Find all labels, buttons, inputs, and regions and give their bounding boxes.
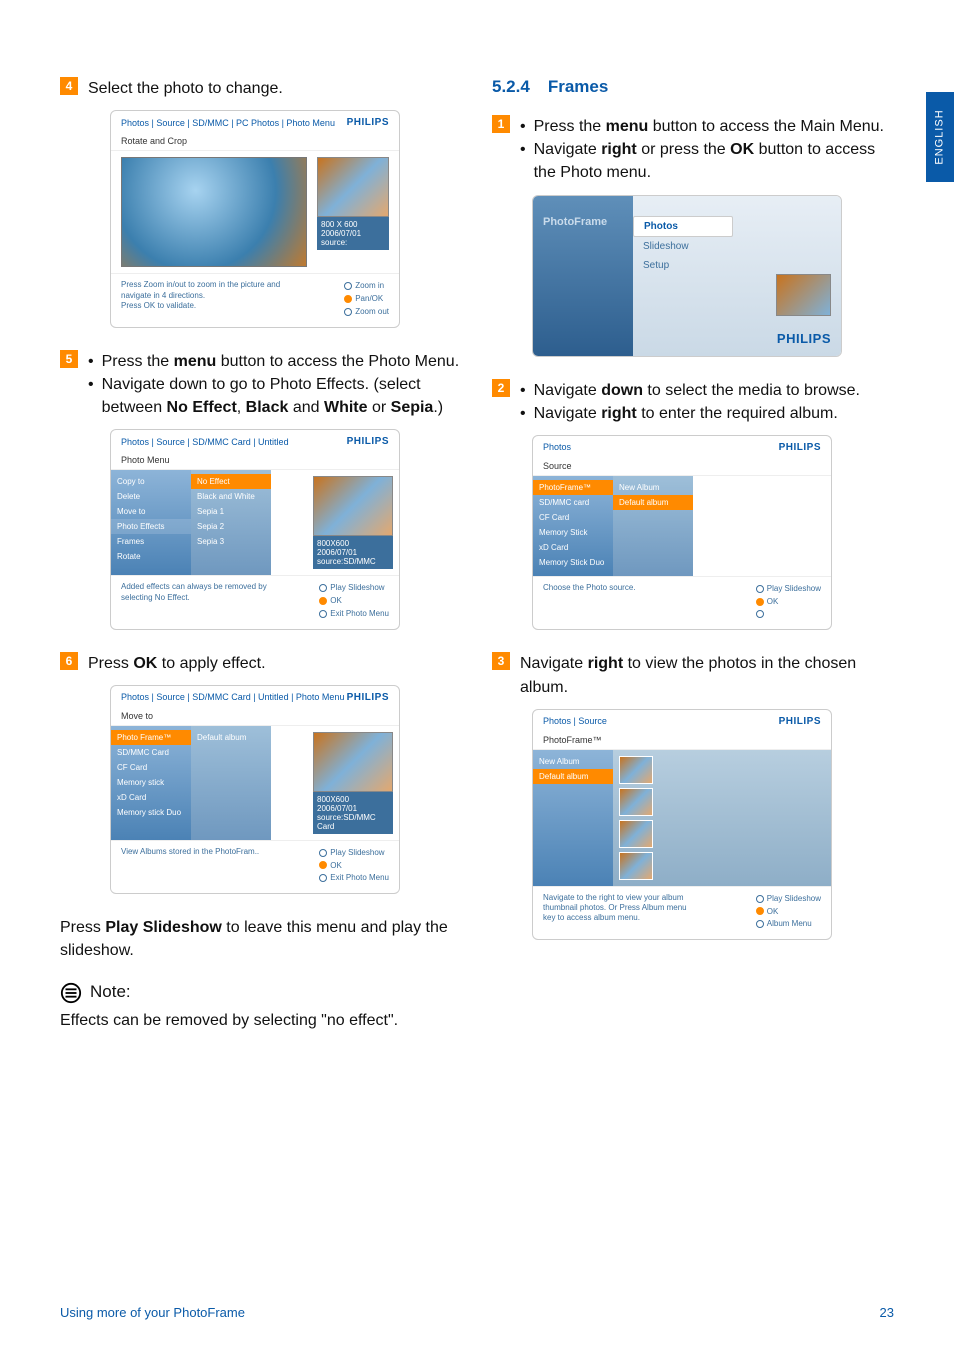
step-2-badge: 2 (492, 379, 510, 397)
ss1-hint3: Press OK to validate. (121, 301, 280, 311)
ss1-zoomout: Zoom out (355, 307, 389, 316)
language-tab: ENGLISH (926, 92, 954, 182)
ss1-sub: Rotate and Crop (111, 132, 399, 151)
slideshow-instruction: Press Play Slideshow to leave this menu … (60, 916, 462, 962)
section-heading: 5.2.4Frames (492, 77, 894, 97)
thumb-source: source: (321, 238, 385, 247)
note-label: Note: (90, 980, 131, 1005)
step1-bullet1: Press the menu button to access the Main… (534, 115, 894, 138)
menu-copy-to: Copy to (111, 474, 191, 489)
step-1-badge: 1 (492, 115, 510, 133)
screenshot-photo-effects: Photos | Source | SD/MMC Card | Untitled… (110, 429, 400, 629)
philips-logo: PHILIPS (347, 692, 389, 703)
ss1-panok: Pan/OK (355, 294, 383, 303)
page-number: 23 (880, 1305, 894, 1320)
mm-title: PhotoFrame (533, 196, 633, 356)
menu-move-to: Move to (111, 504, 191, 519)
ss2-breadcrumb: Photos | Source | SD/MMC Card | Untitled (121, 437, 289, 447)
step-4-badge: 4 (60, 77, 78, 95)
photo-preview-small (317, 157, 389, 217)
screenshot-main-menu: PhotoFrame Photos Slideshow Setup PHILIP… (532, 195, 842, 357)
step2-bullet2: Navigate right to enter the required alb… (534, 402, 894, 425)
philips-logo: PHILIPS (777, 331, 831, 346)
language-label: ENGLISH (934, 109, 946, 164)
page-footer: Using more of your PhotoFrame 23 (60, 1305, 894, 1320)
src-photoframe: Photo Frame™ (111, 730, 191, 745)
album-thumb (619, 820, 653, 848)
ss2-sub: Photo Menu (111, 451, 399, 470)
screenshot-album: Photos | Source PHILIPS PhotoFrame™ New … (532, 709, 832, 940)
ss3-sub: Move to (111, 707, 399, 726)
photo-preview (313, 476, 393, 536)
left-column: 4 Select the photo to change. Photos | S… (60, 77, 462, 1042)
ss1-breadcrumb: Photos | Source | SD/MMC | PC Photos | P… (121, 118, 335, 128)
step2-bullet1: Navigate down to select the media to bro… (534, 379, 894, 402)
photo-preview (313, 732, 393, 792)
step-6-text: Press OK to apply effect. (88, 652, 462, 675)
step5-bullet2: Navigate down to go to Photo Effects. (s… (102, 373, 462, 419)
photo-preview-large (121, 157, 307, 267)
mm-preview (776, 274, 831, 316)
effect-sepia2: Sepia 2 (191, 519, 271, 534)
screenshot-source: Photos PHILIPS Source PhotoFrame™ SD/MMC… (532, 435, 832, 630)
screenshot-move-to: Photos | Source | SD/MMC Card | Untitled… (110, 685, 400, 894)
step5-bullet1: Press the menu button to access the Phot… (102, 350, 462, 373)
effect-no-effect: No Effect (191, 474, 271, 489)
screenshot-rotate-crop: Photos | Source | SD/MMC | PC Photos | P… (110, 110, 400, 327)
album-thumb (619, 852, 653, 880)
bullet-dot: • (88, 373, 94, 419)
note-icon (60, 982, 82, 1004)
note-text: Effects can be removed by selecting "no … (60, 1009, 462, 1032)
footer-left: Using more of your PhotoFrame (60, 1305, 245, 1320)
philips-logo: PHILIPS (779, 442, 821, 453)
thumb-dim: 800 X 600 (321, 220, 385, 229)
effect-bw: Black and White (191, 489, 271, 504)
ss1-zoomin: Zoom in (355, 281, 384, 290)
philips-logo: PHILIPS (347, 436, 389, 447)
step-3-text: Navigate right to view the photos in the… (520, 652, 894, 698)
album-thumb (619, 756, 653, 784)
menu-rotate: Rotate (111, 549, 191, 564)
effect-sepia1: Sepia 1 (191, 504, 271, 519)
mm-setup: Setup (633, 256, 733, 275)
mm-photos: Photos (633, 216, 733, 237)
menu-delete: Delete (111, 489, 191, 504)
step-5-badge: 5 (60, 350, 78, 368)
effect-sepia3: Sepia 3 (191, 534, 271, 549)
thumb-date: 2006/07/01 (321, 229, 385, 238)
menu-photo-effects: Photo Effects (111, 519, 191, 534)
ss1-hint2: navigate in 4 directions. (121, 291, 280, 301)
ss3-breadcrumb: Photos | Source | SD/MMC Card | Untitled… (121, 692, 344, 702)
step-4-text: Select the photo to change. (88, 77, 462, 100)
album-thumb (619, 788, 653, 816)
ss1-hint1: Press Zoom in/out to zoom in the picture… (121, 280, 280, 290)
philips-logo: PHILIPS (347, 117, 389, 128)
philips-logo: PHILIPS (779, 716, 821, 727)
right-column: 5.2.4Frames 1 • Press the menu button to… (492, 77, 894, 1042)
menu-frames: Frames (111, 534, 191, 549)
mm-slideshow: Slideshow (633, 237, 733, 256)
step-3-badge: 3 (492, 652, 510, 670)
bullet-dot: • (88, 350, 94, 373)
step1-bullet2: Navigate right or press the OK button to… (534, 138, 894, 184)
step-6-badge: 6 (60, 652, 78, 670)
